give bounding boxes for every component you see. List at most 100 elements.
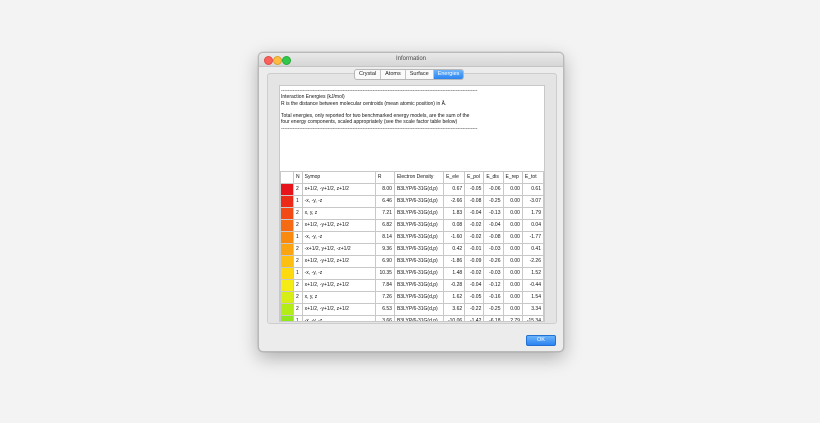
table-row[interactable]: 2 x+1/2, -y+1/2, z+1/2 8.00 B3LYP/6-31G(d,p… (280, 182, 544, 196)
cell-electron-density: B3LYP/6-31G(d,p) (393, 314, 445, 321)
color-swatch (281, 291, 293, 303)
cell-e-dis: -0.13 (483, 206, 504, 220)
table-row[interactable]: 2 x, y, z 7.21 B3LYP/6-31G(d,p) 1.83 -0.04 -0.… (280, 206, 544, 220)
cell-e-tot: -2.26 (521, 254, 544, 268)
color-swatch (281, 303, 293, 315)
col-header-e-rep: E_rep (502, 171, 523, 184)
cell-e-ele: 1.83 (443, 206, 466, 220)
cell-e-pol: -0.05 (464, 290, 485, 304)
cell-n: 1 (293, 314, 303, 321)
table-row[interactable]: 2 x, y, z 7.26 B3LYP/6-31G(d,p) 1.62 -0.05 -0.… (280, 290, 544, 304)
cell-e-pol: -0.04 (464, 278, 485, 292)
cell-symop: x, y, z (301, 206, 376, 220)
table-row[interactable]: 2 -x+1/2, y+1/2, -z+1/2 9.36 B3LYP/6-31G(d,… (280, 242, 544, 256)
table-row[interactable]: 2 x+1/2, -y+1/2, z+1/2 6.53 B3LYP/6-31G(d,p… (280, 302, 544, 316)
col-header-symop: Symop (301, 171, 376, 184)
cell-e-pol: -0.02 (464, 218, 485, 232)
cell-e-rep: 0.00 (502, 266, 523, 280)
tab-bar: Crystal Atoms Surface Energies (354, 69, 465, 80)
cell-symop: -x, -y, -z (301, 230, 376, 244)
cell-e-ele: 0.42 (443, 242, 466, 256)
col-header-e-pol: E_pol (464, 171, 485, 184)
tab-crystal[interactable]: Crystal (355, 70, 382, 79)
table-row[interactable]: 1 -x, -y, -z 3.66 B3LYP/6-31G(d,p) -10.06 -1.… (280, 314, 544, 321)
cell-e-tot: 0.41 (521, 242, 544, 256)
cell-e-rep: 0.00 (502, 194, 523, 208)
color-swatch-cell (280, 314, 294, 321)
cell-n: 2 (293, 278, 303, 292)
cell-e-rep: 0.00 (502, 182, 523, 196)
cell-e-tot: -0.44 (521, 278, 544, 292)
color-swatch (281, 219, 293, 231)
cell-electron-density: B3LYP/6-31G(d,p) (393, 254, 445, 268)
col-header-e-tot: E_tot (521, 171, 544, 184)
color-swatch (281, 207, 293, 219)
cell-e-dis: -0.25 (483, 302, 504, 316)
cell-e-dis: -0.12 (483, 278, 504, 292)
cell-symop: x+1/2, -y+1/2, z+1/2 (301, 278, 376, 292)
table-row[interactable]: 2 x+1/2, -y+1/2, z+1/2 6.82 B3LYP/6-31G(d,p… (280, 218, 544, 232)
color-swatch (281, 315, 293, 321)
cell-symop: x, y, z (301, 290, 376, 304)
energies-content[interactable]: ----------------------------------------… (279, 85, 545, 322)
cell-e-ele: -0.28 (443, 278, 466, 292)
color-swatch-cell (280, 206, 294, 220)
color-swatch-cell (280, 302, 294, 316)
color-swatch-cell (280, 194, 294, 208)
cell-symop: x+1/2, -y+1/2, z+1/2 (301, 254, 376, 268)
cell-e-dis: -0.26 (483, 254, 504, 268)
cell-e-tot: -1.77 (521, 230, 544, 244)
cell-n: 2 (293, 290, 303, 304)
cell-e-pol: -0.09 (464, 254, 485, 268)
color-swatch-cell (280, 254, 294, 268)
ok-button[interactable]: OK (526, 335, 556, 346)
cell-e-tot: 3.34 (521, 302, 544, 316)
cell-symop: x+1/2, -y+1/2, z+1/2 (301, 182, 376, 196)
cell-electron-density: B3LYP/6-31G(d,p) (393, 266, 445, 280)
cell-e-ele: 1.62 (443, 290, 466, 304)
color-swatch (281, 267, 293, 279)
cell-n: 1 (293, 266, 303, 280)
col-header-n: N (293, 171, 303, 184)
cell-e-ele: -1.86 (443, 254, 466, 268)
cell-r: 7.84 (374, 278, 395, 292)
cell-e-tot: 1.79 (521, 206, 544, 220)
cell-electron-density: B3LYP/6-31G(d,p) (393, 278, 445, 292)
cell-e-rep: 0.00 (502, 218, 523, 232)
cell-electron-density: B3LYP/6-31G(d,p) (393, 182, 445, 196)
cell-r: 7.21 (374, 206, 395, 220)
table-row[interactable]: 2 x+1/2, -y+1/2, z+1/2 6.90 B3LYP/6-31G(d,p… (280, 254, 544, 268)
cell-symop: -x, -y, -z (301, 314, 376, 321)
cell-e-pol: -0.02 (464, 230, 485, 244)
color-swatch (281, 255, 293, 267)
table-row[interactable]: 1 -x, -y, -z 10.35 B3LYP/6-31G(d,p) 1.48 -0.0… (280, 266, 544, 280)
cell-e-pol: -0.04 (464, 206, 485, 220)
cell-electron-density: B3LYP/6-31G(d,p) (393, 302, 445, 316)
titlebar: Information (259, 53, 563, 67)
cell-e-tot: 0.04 (521, 218, 544, 232)
cell-n: 1 (293, 230, 303, 244)
table-row[interactable]: 1 -x, -y, -z 8.14 B3LYP/6-31G(d,p) -1.60 -0.0… (280, 230, 544, 244)
cell-n: 2 (293, 254, 303, 268)
cell-e-rep: 0.00 (502, 230, 523, 244)
cell-e-ele: 1.48 (443, 266, 466, 280)
color-swatch (281, 231, 293, 243)
cell-r: 7.26 (374, 290, 395, 304)
cell-e-pol: -0.05 (464, 182, 485, 196)
color-swatch-cell (280, 218, 294, 232)
cell-e-pol: -0.01 (464, 242, 485, 256)
table-row[interactable]: 2 x+1/2, -y+1/2, z+1/2 7.84 B3LYP/6-31G(d,p… (280, 278, 544, 292)
cell-e-rep: 0.00 (502, 242, 523, 256)
col-header-electron-density: Electron Density (393, 171, 445, 184)
table-row[interactable]: 1 -x, -y, -z 6.46 B3LYP/6-31G(d,p) -2.66 -0.0… (280, 194, 544, 208)
cell-e-tot: -3.07 (521, 194, 544, 208)
cell-electron-density: B3LYP/6-31G(d,p) (393, 218, 445, 232)
tab-energies[interactable]: Energies (433, 70, 464, 79)
tab-surface[interactable]: Surface (406, 70, 434, 79)
tab-atoms[interactable]: Atoms (381, 70, 406, 79)
cell-r: 6.46 (374, 194, 395, 208)
cell-e-rep: 0.00 (502, 302, 523, 316)
cell-n: 2 (293, 218, 303, 232)
energies-description: ----------------------------------------… (280, 88, 544, 132)
cell-e-pol: -0.02 (464, 266, 485, 280)
